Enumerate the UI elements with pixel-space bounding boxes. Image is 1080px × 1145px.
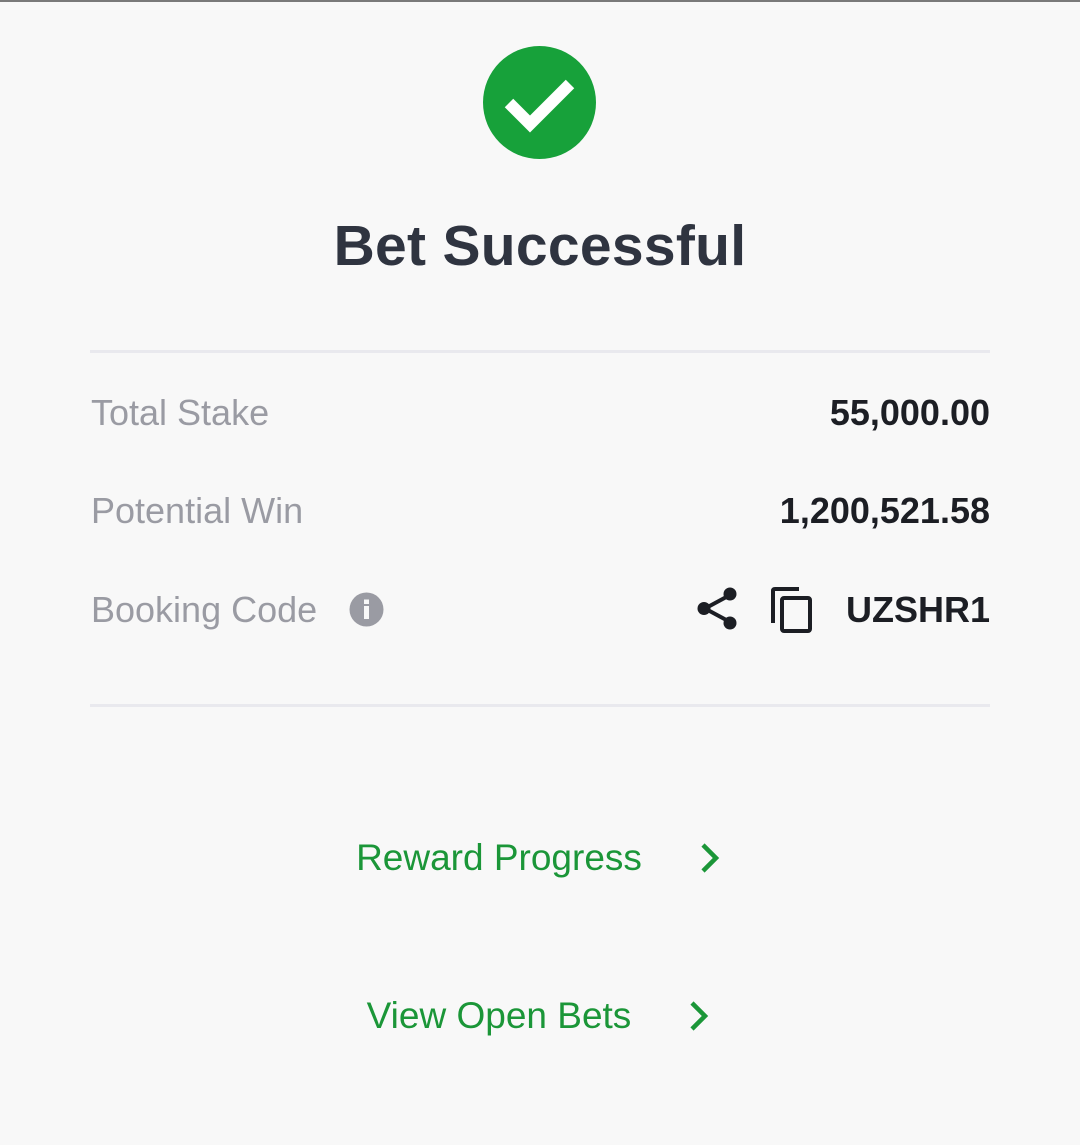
reward-progress-link[interactable]: Reward Progress <box>0 828 1080 888</box>
potential-win-value: 1,200,521.58 <box>779 490 990 531</box>
chevron-right-icon <box>701 843 720 873</box>
check-circle-icon <box>483 46 596 159</box>
potential-win-label: Potential Win <box>91 490 304 531</box>
chevron-right-icon <box>690 1001 709 1031</box>
share-icon[interactable] <box>696 586 741 631</box>
booking-code-value[interactable]: UZSHR1 <box>846 585 990 635</box>
page-title: Bet Successful <box>333 214 747 278</box>
view-open-bets-link[interactable]: View Open Bets <box>0 986 1080 1046</box>
divider-bottom <box>90 704 990 707</box>
total-stake-label: Total Stake <box>91 392 270 433</box>
info-icon[interactable] <box>349 592 384 627</box>
copy-icon[interactable] <box>768 586 816 634</box>
top-border <box>0 0 1080 2</box>
reward-progress-label: Reward Progress <box>356 837 642 878</box>
total-stake-value: 55,000.00 <box>829 392 990 433</box>
booking-code-label: Booking Code <box>91 589 318 630</box>
view-open-bets-label: View Open Bets <box>366 995 632 1036</box>
divider-top <box>90 350 990 353</box>
